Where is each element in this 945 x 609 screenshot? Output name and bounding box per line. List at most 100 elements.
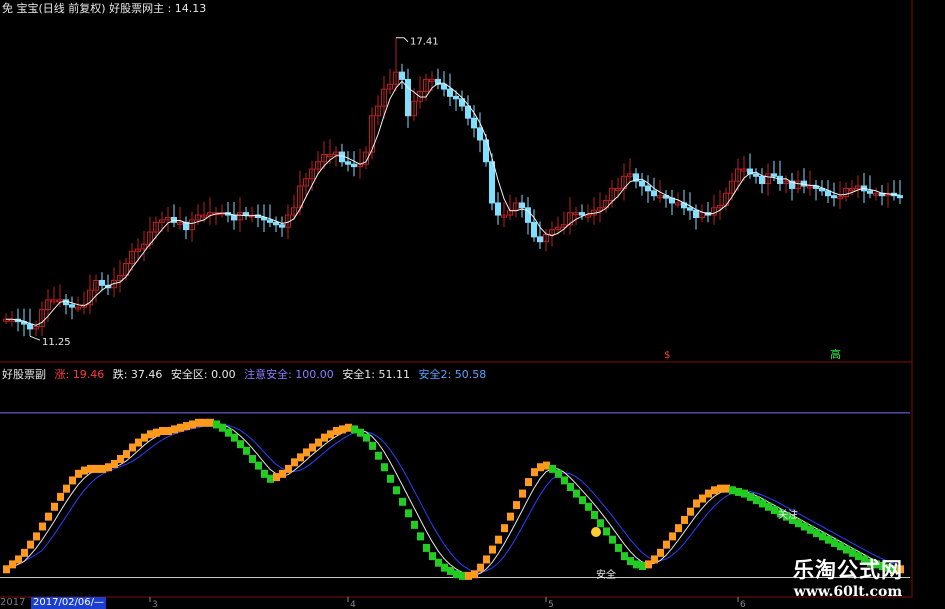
oscillator-block bbox=[813, 529, 820, 538]
candle-body bbox=[897, 195, 903, 199]
oscillator-block bbox=[837, 542, 844, 551]
oscillator-block bbox=[381, 463, 388, 472]
chart-canvas: 3 4 5 6 17.41 11.25 $ 高 安全 关注 bbox=[0, 0, 913, 609]
oscillator-block bbox=[69, 476, 76, 485]
oscillator-block bbox=[57, 492, 64, 501]
oscillator-block bbox=[99, 464, 106, 473]
oscillator-block bbox=[693, 499, 700, 508]
candle-body bbox=[345, 161, 351, 165]
oscillator-block bbox=[555, 469, 562, 478]
oscillator-block bbox=[393, 486, 400, 495]
candle-body bbox=[243, 212, 249, 216]
oscillator-block bbox=[663, 540, 670, 549]
candle-body bbox=[651, 190, 657, 197]
oscillator-block bbox=[129, 443, 136, 452]
low-pointer bbox=[29, 335, 41, 341]
oscillator-block bbox=[729, 486, 736, 495]
oscillator-block bbox=[735, 487, 742, 496]
month-tick-label: 5 bbox=[548, 600, 554, 609]
candle-body bbox=[477, 127, 483, 141]
candle-body bbox=[825, 190, 831, 197]
oscillator-block bbox=[135, 438, 142, 447]
candle-body bbox=[447, 88, 453, 97]
oscillator-block bbox=[351, 425, 358, 434]
oscillator-block bbox=[171, 425, 178, 434]
oscillator-block bbox=[615, 543, 622, 552]
oscillator-block bbox=[117, 455, 124, 464]
osc-attention: 注意安全: 100.00 bbox=[244, 368, 334, 381]
oscillator-block bbox=[267, 474, 274, 483]
oscillator-block bbox=[225, 428, 232, 437]
oscillator-block bbox=[771, 506, 778, 515]
oscillator-block bbox=[471, 570, 478, 579]
month-tick-label: 6 bbox=[740, 600, 746, 609]
oscillator-block bbox=[27, 540, 34, 549]
candle-body bbox=[753, 173, 759, 177]
candle-body bbox=[867, 190, 873, 194]
candle-body bbox=[639, 180, 645, 187]
oscillator-block bbox=[501, 524, 508, 533]
oscillator-block bbox=[45, 512, 52, 521]
oscillator-block bbox=[339, 425, 346, 434]
price-header-text: 免 宝宝(日线 前复权) 好股票网主 : 14.13 bbox=[2, 2, 207, 15]
oscillator-block bbox=[51, 502, 58, 511]
oscillator-header: 好股票副 涨: 19.46 跌: 37.46 安全区: 0.00 注意安全: 1… bbox=[2, 368, 491, 382]
oscillator-block bbox=[93, 464, 100, 473]
candle-body bbox=[453, 95, 459, 100]
oscillator-block bbox=[345, 423, 352, 432]
attention-annotation: 关注 bbox=[778, 508, 798, 521]
oscillator-block bbox=[177, 423, 184, 432]
candle-body bbox=[405, 78, 411, 117]
oscillator-block bbox=[111, 459, 118, 468]
oscillator-block bbox=[417, 532, 424, 541]
candle-body bbox=[687, 207, 693, 211]
oscillator-block bbox=[261, 469, 268, 478]
oscillator-block bbox=[507, 512, 514, 521]
oscillator-block bbox=[609, 535, 616, 544]
oscillator-block bbox=[465, 571, 472, 580]
oscillator-block bbox=[579, 496, 586, 505]
candle-body bbox=[759, 175, 765, 185]
oscillator-block bbox=[309, 443, 316, 452]
oscillator-block bbox=[237, 440, 244, 449]
oscillator-block bbox=[141, 433, 148, 442]
oscillator-block bbox=[651, 555, 658, 564]
oscillator-block bbox=[675, 524, 682, 533]
oscillator-block bbox=[711, 486, 718, 495]
oscillator-block bbox=[681, 515, 688, 524]
oscillator-block bbox=[285, 464, 292, 473]
oscillator-block bbox=[363, 433, 370, 442]
oscillator-block bbox=[399, 497, 406, 506]
osc-safe2: 安全2: 50.58 bbox=[418, 368, 487, 381]
oscillator-block bbox=[585, 502, 592, 511]
oscillator-block bbox=[645, 560, 652, 569]
osc-die: 跌: 37.46 bbox=[112, 368, 163, 381]
oscillator-block bbox=[105, 463, 112, 472]
axis-date-box[interactable]: 2017/02/06/— bbox=[31, 597, 107, 609]
candle-body bbox=[63, 299, 69, 306]
oscillator-block bbox=[747, 492, 754, 501]
oscillator-block bbox=[321, 433, 328, 442]
oscillator-block bbox=[459, 571, 466, 580]
oscillator-block bbox=[303, 448, 310, 457]
oscillator-block bbox=[567, 483, 574, 491]
oscillator-block bbox=[513, 501, 520, 510]
candle-body bbox=[441, 83, 447, 90]
oscillator-block bbox=[495, 535, 502, 544]
oscillator-block bbox=[447, 566, 454, 575]
oscillator-block bbox=[591, 510, 598, 519]
oscillator-block bbox=[375, 451, 382, 460]
oscillator-block bbox=[597, 519, 604, 528]
price-panel bbox=[3, 37, 903, 341]
oscillator-block bbox=[9, 560, 16, 569]
oscillator-block bbox=[243, 446, 250, 455]
candle-body bbox=[579, 212, 585, 216]
oscillator-block bbox=[327, 430, 334, 439]
oscillator-block bbox=[249, 455, 256, 464]
high-pointer bbox=[396, 37, 409, 43]
oscillator-block bbox=[75, 469, 82, 478]
candle-body bbox=[531, 221, 537, 238]
oscillator-block bbox=[405, 509, 412, 518]
oscillator-block bbox=[717, 484, 724, 493]
oscillator-block bbox=[741, 489, 748, 498]
